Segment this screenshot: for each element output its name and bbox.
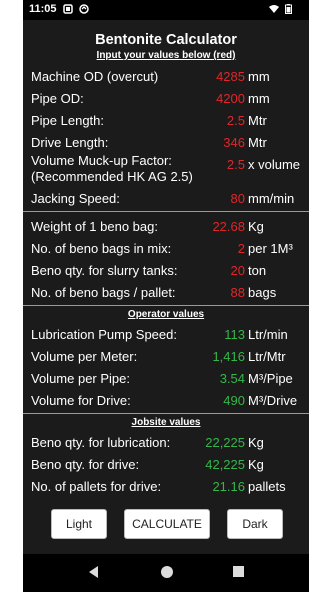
input-unit: x volume [248,157,301,172]
input-muck-up-factor[interactable]: Volume Muck-up Factor: (Recommended HK AG… [23,153,309,187]
result-label: Volume for Drive: [31,393,131,408]
nav-recents-icon[interactable] [233,566,244,577]
result-pallets-drive: No. of pallets for drive: 21.16 pallets [23,475,309,497]
input-value[interactable]: 88 [231,285,245,300]
result-value: 490 [223,393,245,408]
input-beno-bag-weight[interactable]: Weight of 1 beno bag: 22.68 Kg [23,215,309,237]
input-unit: bags [248,285,277,300]
nav-home-icon[interactable] [161,566,173,578]
result-unit: Ltr/min [248,327,288,342]
nav-back-icon[interactable] [89,566,98,578]
page-title: Bentonite Calculator [95,32,237,48]
result-unit: Ltr/Mtr [248,349,286,364]
input-unit: mm [248,69,270,84]
result-value: 3.54 [219,371,245,386]
input-label: No. of beno bags in mix: [31,241,172,256]
sync-icon [79,4,89,14]
result-unit: Kg [248,457,264,472]
input-label: Beno qty. for slurry tanks: [31,263,178,278]
input-label: Jacking Speed: [31,191,120,206]
divider [23,413,309,414]
jobsite-values-heading: Jobsite values [131,417,201,428]
input-unit: mm [248,91,270,106]
input-unit: mm/min [248,191,295,206]
result-label: Lubrication Pump Speed: [31,327,177,342]
result-beno-lubrication: Beno qty. for lubrication: 22,225 Kg [23,431,309,453]
input-beno-bags-per-pallet[interactable]: No. of beno bags / pallet: 88 bags [23,281,309,303]
result-value: 21.16 [212,479,245,494]
divider [23,211,309,212]
result-volume-per-meter: Volume per Meter: 1,416 Ltr/Mtr [23,345,309,367]
input-label: Machine OD (overcut) [31,69,159,84]
light-theme-button[interactable]: Light [51,509,107,539]
app-screen: 11:05 Bentonite Calculator Input your va… [23,0,309,592]
calculator-form: Bentonite Calculator Input your values b… [23,20,309,497]
input-label: Drive Length: [31,135,109,150]
input-value[interactable]: 20 [231,263,245,278]
input-label: Weight of 1 beno bag: [31,219,158,234]
result-value: 1,416 [212,349,245,364]
input-label: No. of beno bags / pallet: [31,285,176,300]
input-label: Volume Muck-up Factor: (Recommended HK AG… [31,153,193,184]
status-time: 11:05 [29,3,57,15]
input-value[interactable]: 4285 [216,69,245,84]
wifi-icon [269,5,279,13]
notification-icon [63,4,73,14]
input-unit: per 1M³ [248,241,293,256]
result-pump-speed: Lubrication Pump Speed: 113 Ltr/min [23,323,309,345]
operator-values-heading: Operator values [127,309,205,320]
input-beno-bags-in-mix[interactable]: No. of beno bags in mix: 2 per 1M³ [23,237,309,259]
result-label: Volume per Meter: [31,349,138,364]
result-unit: Kg [248,435,264,450]
dark-theme-button[interactable]: Dark [227,509,283,539]
status-bar: 11:05 [23,0,309,20]
divider [23,305,309,306]
input-drive-length[interactable]: Drive Length: 346 Mtr [23,131,309,153]
result-label: Volume per Pipe: [31,371,131,386]
input-pipe-od[interactable]: Pipe OD: 4200 mm [23,87,309,109]
result-volume-per-pipe: Volume per Pipe: 3.54 M³/Pipe [23,367,309,389]
input-value[interactable]: 346 [223,135,245,150]
result-value: 42,225 [205,457,245,472]
result-volume-for-drive: Volume for Drive: 490 M³/Drive [23,389,309,411]
input-value[interactable]: 2.5 [227,157,245,172]
input-value[interactable]: 4200 [216,91,245,106]
result-label: Beno qty. for drive: [31,457,140,472]
result-beno-drive: Beno qty. for drive: 42,225 Kg [23,453,309,475]
input-label: Pipe OD: [31,91,84,106]
input-pipe-length[interactable]: Pipe Length: 2.5 Mtr [23,109,309,131]
input-unit: ton [248,263,267,278]
result-value: 113 [224,327,245,342]
result-value: 22,225 [205,435,245,450]
calculate-button[interactable]: CALCULATE [124,509,210,539]
input-beno-qty-slurry[interactable]: Beno qty. for slurry tanks: 20 ton [23,259,309,281]
result-unit: pallets [248,479,286,494]
input-label: Pipe Length: [31,113,105,128]
navigation-bar [23,554,309,592]
input-unit: Kg [248,219,264,234]
input-unit: Mtr [248,135,267,150]
input-value[interactable]: 2.5 [227,113,245,128]
input-unit: Mtr [248,113,267,128]
result-label: No. of pallets for drive: [31,479,162,494]
result-label: Beno qty. for lubrication: [31,435,171,450]
input-value[interactable]: 2 [238,241,245,256]
input-value[interactable]: 80 [231,191,245,206]
result-unit: M³/Drive [248,393,298,408]
input-jacking-speed[interactable]: Jacking Speed: 80 mm/min [23,187,309,209]
button-bar: Light CALCULATE Dark [23,509,309,539]
input-instructions: Input your values below (red) [96,50,236,61]
input-value[interactable]: 22.68 [212,219,245,234]
input-machine-od[interactable]: Machine OD (overcut) 4285 mm [23,65,309,87]
result-unit: M³/Pipe [248,371,293,386]
battery-icon [285,4,292,14]
